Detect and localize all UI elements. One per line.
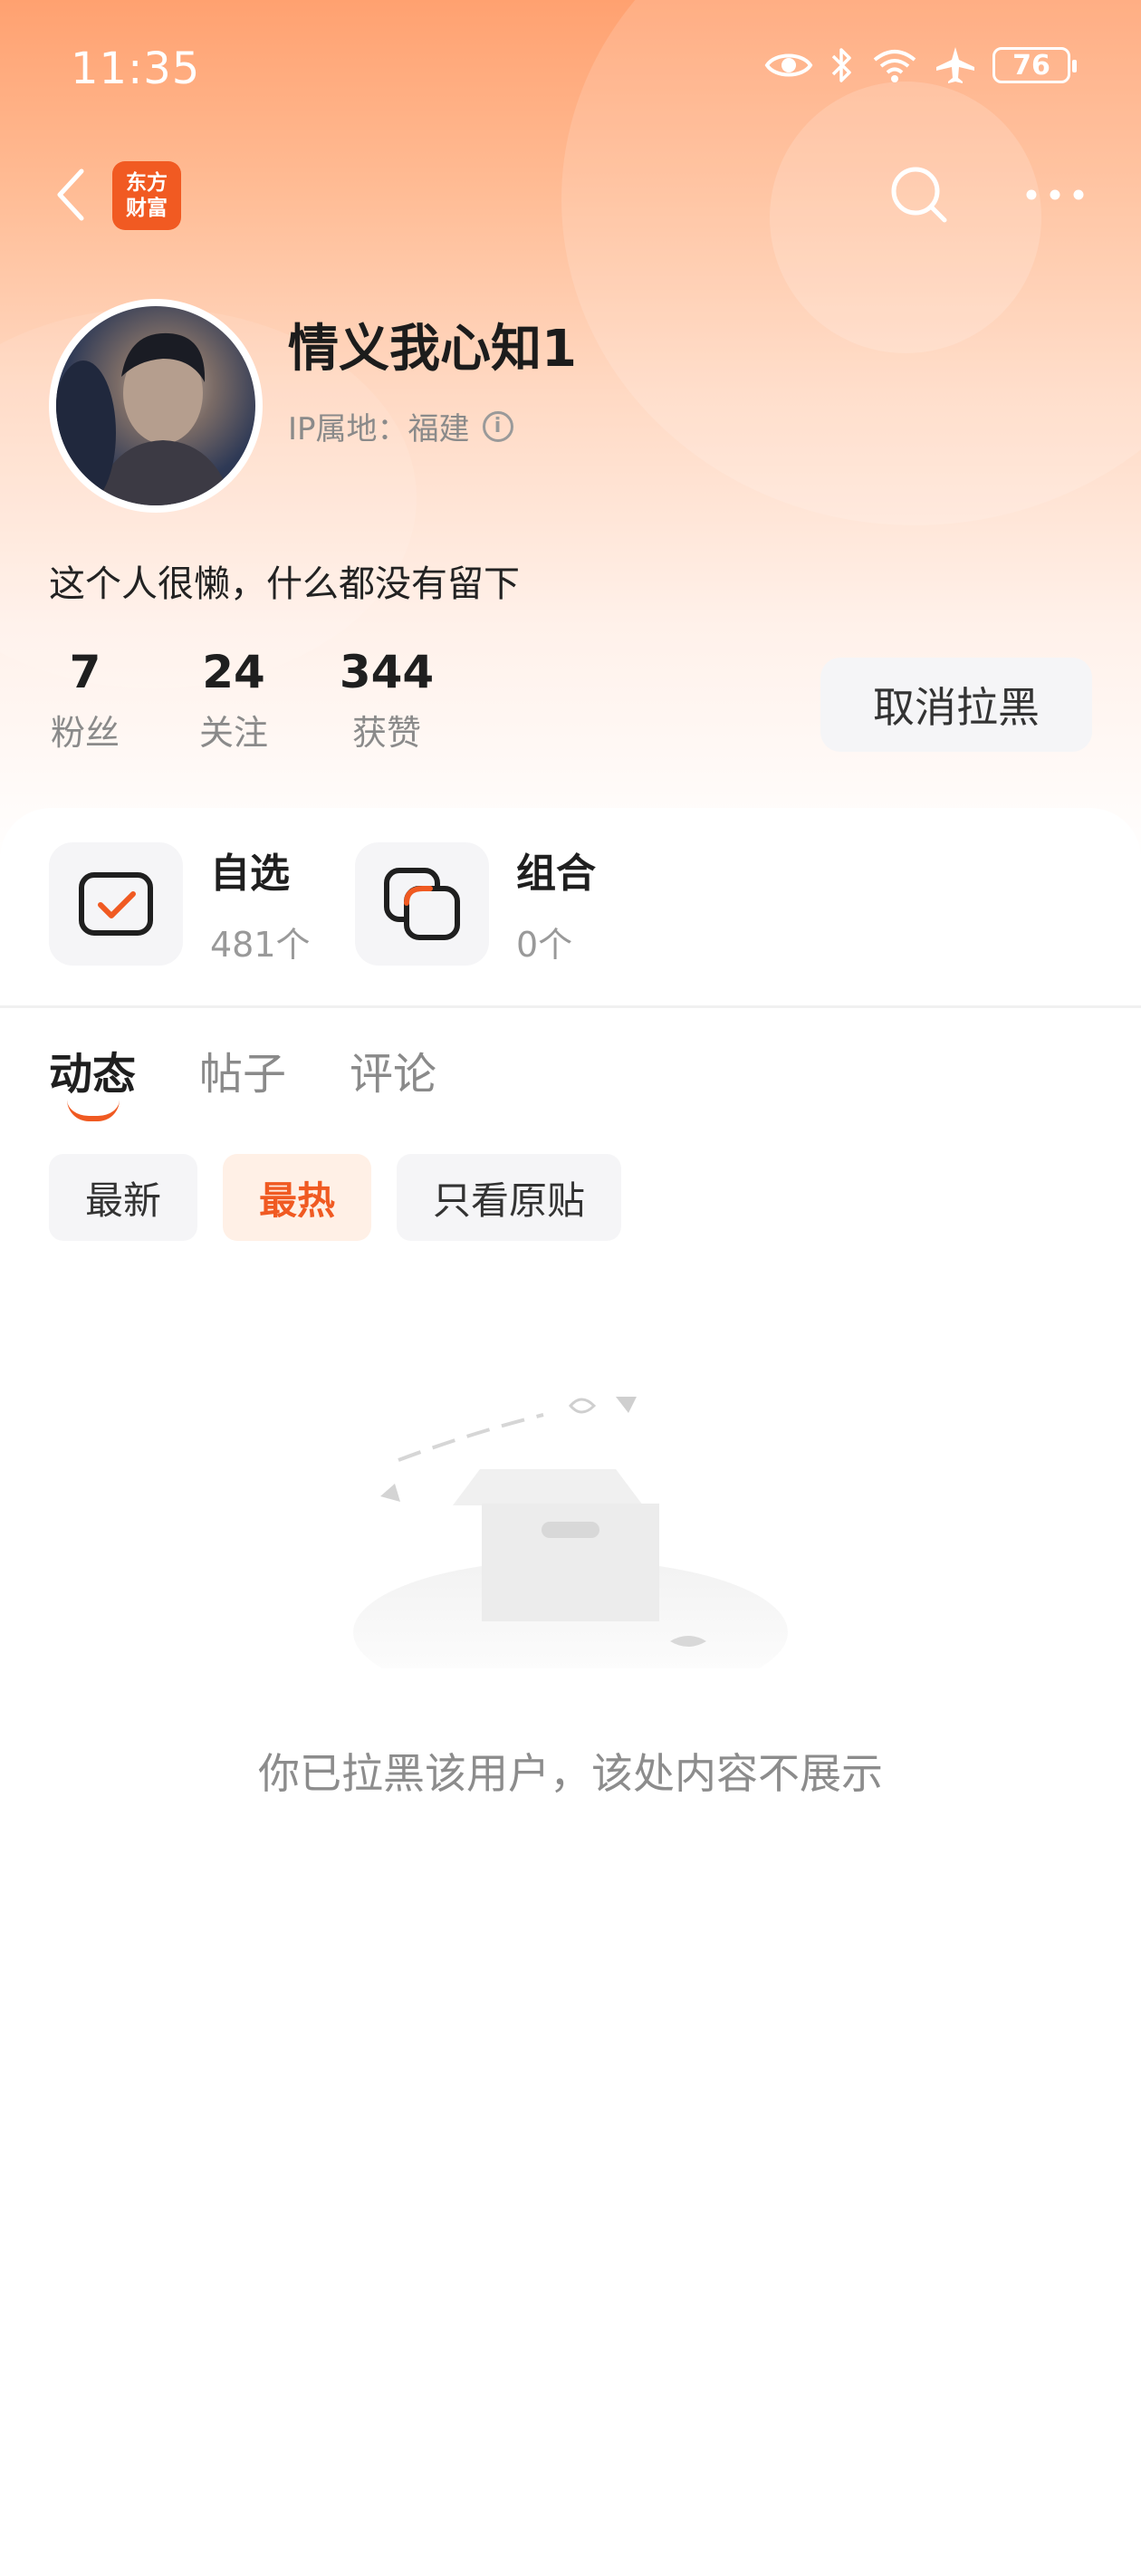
filter-original-only[interactable]: 只看原贴 xyxy=(397,1154,622,1241)
content-tabs: 动态 帖子 评论 xyxy=(49,1038,436,1121)
tab-label: 动态 xyxy=(49,1049,137,1100)
tab-label: 帖子 xyxy=(199,1049,287,1100)
chevron-left-icon xyxy=(57,168,84,221)
top-navbar: 东方 财富 xyxy=(0,154,1141,235)
user-bio: 这个人很懒，什么都没有留下 xyxy=(49,563,520,605)
shortcut-watchlist[interactable]: 自选 481个 xyxy=(49,841,311,966)
shortcut-title: 自选 xyxy=(210,851,290,897)
stat-label: 粉丝 xyxy=(50,713,120,753)
info-icon[interactable]: i xyxy=(482,410,513,442)
more-dots-icon xyxy=(1026,189,1084,200)
search-button[interactable] xyxy=(878,154,960,235)
stack-icon xyxy=(384,867,460,940)
stat-label: 关注 xyxy=(198,713,268,753)
search-icon xyxy=(891,167,947,223)
checkbox-icon xyxy=(79,871,153,936)
status-time: 11:35 xyxy=(71,43,201,94)
eye-icon xyxy=(764,53,813,77)
tab-label: 评论 xyxy=(350,1049,437,1100)
stat-value: 344 xyxy=(339,646,435,698)
stat-following[interactable]: 24 关注 xyxy=(188,645,279,755)
status-bar: 11:35 76 xyxy=(0,0,1141,145)
empty-state-message: 你已拉黑该用户，该处内容不展示 xyxy=(258,1749,883,1798)
logo-line-2: 财富 xyxy=(126,197,168,220)
status-icons: 76 xyxy=(764,45,1077,85)
filter-hottest[interactable]: 最热 xyxy=(223,1154,372,1241)
content-card: 自选 481个 组合 0个 动态 帖子 评论 最新 最热 只看原贴 你已拉黑该用… xyxy=(0,808,1141,2576)
shortcut-count: 481个 xyxy=(210,925,311,965)
stat-label: 获赞 xyxy=(351,713,421,753)
stat-value: 7 xyxy=(69,646,101,698)
more-options-button[interactable] xyxy=(1014,154,1096,235)
shortcut-title: 组合 xyxy=(516,851,596,897)
stat-followers[interactable]: 7 粉丝 xyxy=(49,645,121,755)
back-button[interactable] xyxy=(43,163,98,226)
tab-posts[interactable]: 帖子 xyxy=(199,1038,286,1101)
ip-location-text: IP属地：福建 xyxy=(288,411,470,447)
battery-indicator: 76 xyxy=(992,47,1077,83)
avatar[interactable] xyxy=(49,299,263,513)
stat-value: 24 xyxy=(202,646,265,698)
shortcut-count: 0个 xyxy=(516,925,573,965)
tab-dynamics[interactable]: 动态 xyxy=(49,1038,137,1121)
filter-chips: 最新 最热 只看原贴 xyxy=(49,1154,622,1241)
logo-line-1: 东方 xyxy=(126,171,168,195)
airplane-mode-icon xyxy=(936,47,974,83)
shortcut-icon-box xyxy=(355,841,489,966)
stat-likes[interactable]: 344 获赞 xyxy=(337,645,436,755)
username: 情义我心知1 xyxy=(288,320,577,379)
tab-comments[interactable]: 评论 xyxy=(350,1038,436,1101)
active-tab-indicator xyxy=(67,1100,120,1121)
shortcut-portfolio[interactable]: 组合 0个 xyxy=(355,841,596,966)
app-logo[interactable]: 东方 财富 xyxy=(112,161,181,230)
wifi-icon xyxy=(873,50,916,82)
shortcut-icon-box xyxy=(49,841,183,966)
bluetooth-icon xyxy=(831,48,851,82)
unblock-button[interactable]: 取消拉黑 xyxy=(820,658,1092,752)
filter-latest[interactable]: 最新 xyxy=(49,1154,198,1241)
section-divider xyxy=(0,1005,1141,1008)
ip-location-row: IP属地：福建 i xyxy=(288,404,513,448)
avatar-portrait-icon xyxy=(56,332,234,505)
empty-box-illustration xyxy=(353,1397,788,1668)
